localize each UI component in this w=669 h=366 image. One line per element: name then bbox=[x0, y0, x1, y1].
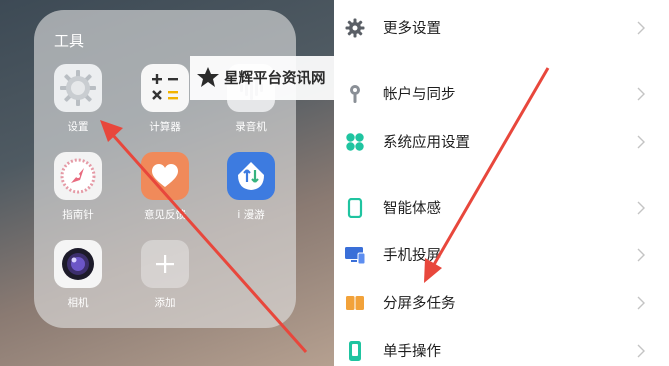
folder-title: 工具 bbox=[54, 32, 85, 50]
app-feedback[interactable]: 意见反馈 bbox=[129, 152, 201, 222]
add-plus-icon bbox=[141, 240, 189, 288]
app-label: 相机 bbox=[67, 297, 89, 309]
settings-item-label: 智能体感 bbox=[383, 201, 441, 217]
screen-cast-icon bbox=[344, 244, 366, 266]
feedback-heart-icon bbox=[141, 152, 189, 200]
app-camera[interactable]: 相机 bbox=[42, 240, 114, 310]
settings-item-more-settings[interactable]: 更多设置 bbox=[334, 7, 669, 47]
gear-icon bbox=[344, 17, 366, 39]
smart-motion-icon bbox=[344, 197, 366, 219]
camera-icon bbox=[54, 240, 102, 288]
app-label: 计算器 bbox=[149, 121, 181, 133]
settings-item-screen-cast[interactable]: 手机投屏 bbox=[334, 234, 669, 274]
chevron-right-icon bbox=[637, 344, 645, 358]
chevron-right-icon bbox=[637, 87, 645, 101]
settings-item-label: 手机投屏 bbox=[383, 248, 441, 264]
watermark: 星辉平台资讯网 bbox=[190, 56, 336, 100]
chevron-right-icon bbox=[637, 135, 645, 149]
settings-panel: 更多设置 帐户与同步 系统应用设置 智能体感 手机投屏 分屏多任务 单手操作 bbox=[334, 0, 669, 366]
settings-item-system-apps[interactable]: 系统应用设置 bbox=[334, 121, 669, 161]
app-label: 意见反馈 bbox=[144, 209, 186, 221]
app-label: 指南针 bbox=[62, 209, 94, 221]
settings-item-split-screen[interactable]: 分屏多任务 bbox=[334, 282, 669, 322]
app-grid-icon bbox=[344, 131, 366, 153]
app-label: 录音机 bbox=[235, 121, 267, 133]
account-sync-icon bbox=[344, 83, 366, 105]
app-roaming[interactable]: i 漫游 bbox=[215, 152, 287, 222]
app-compass[interactable]: 指南针 bbox=[42, 152, 114, 222]
settings-item-label: 单手操作 bbox=[383, 344, 441, 360]
watermark-text: 星辉平台资讯网 bbox=[224, 71, 326, 87]
chevron-right-icon bbox=[637, 248, 645, 262]
chevron-right-icon bbox=[637, 296, 645, 310]
settings-item-label: 系统应用设置 bbox=[383, 135, 470, 151]
app-label: 设置 bbox=[67, 121, 89, 133]
app-settings[interactable]: 设置 bbox=[42, 64, 114, 134]
roaming-icon bbox=[227, 152, 275, 200]
settings-item-one-hand[interactable]: 单手操作 bbox=[334, 330, 669, 366]
app-label: i 漫游 bbox=[237, 209, 265, 221]
home-screen-panel: 工具 设置 计算器 录音机 指南针 意见反馈 i 漫游 相机 添加 bbox=[0, 0, 334, 366]
settings-item-account-sync[interactable]: 帐户与同步 bbox=[334, 73, 669, 113]
app-add[interactable]: 添加 bbox=[129, 240, 201, 310]
compass-icon bbox=[54, 152, 102, 200]
split-screen-icon bbox=[344, 292, 366, 314]
settings-item-label: 分屏多任务 bbox=[383, 296, 456, 312]
settings-item-label: 更多设置 bbox=[383, 21, 441, 37]
app-label: 添加 bbox=[154, 297, 176, 309]
chevron-right-icon bbox=[637, 21, 645, 35]
one-hand-icon bbox=[344, 340, 366, 362]
watermark-logo-icon bbox=[197, 67, 219, 87]
calculator-icon bbox=[141, 64, 189, 112]
settings-gear-icon bbox=[54, 64, 102, 112]
settings-item-smart-motion[interactable]: 智能体感 bbox=[334, 187, 669, 227]
chevron-right-icon bbox=[637, 201, 645, 215]
settings-item-label: 帐户与同步 bbox=[383, 87, 456, 103]
